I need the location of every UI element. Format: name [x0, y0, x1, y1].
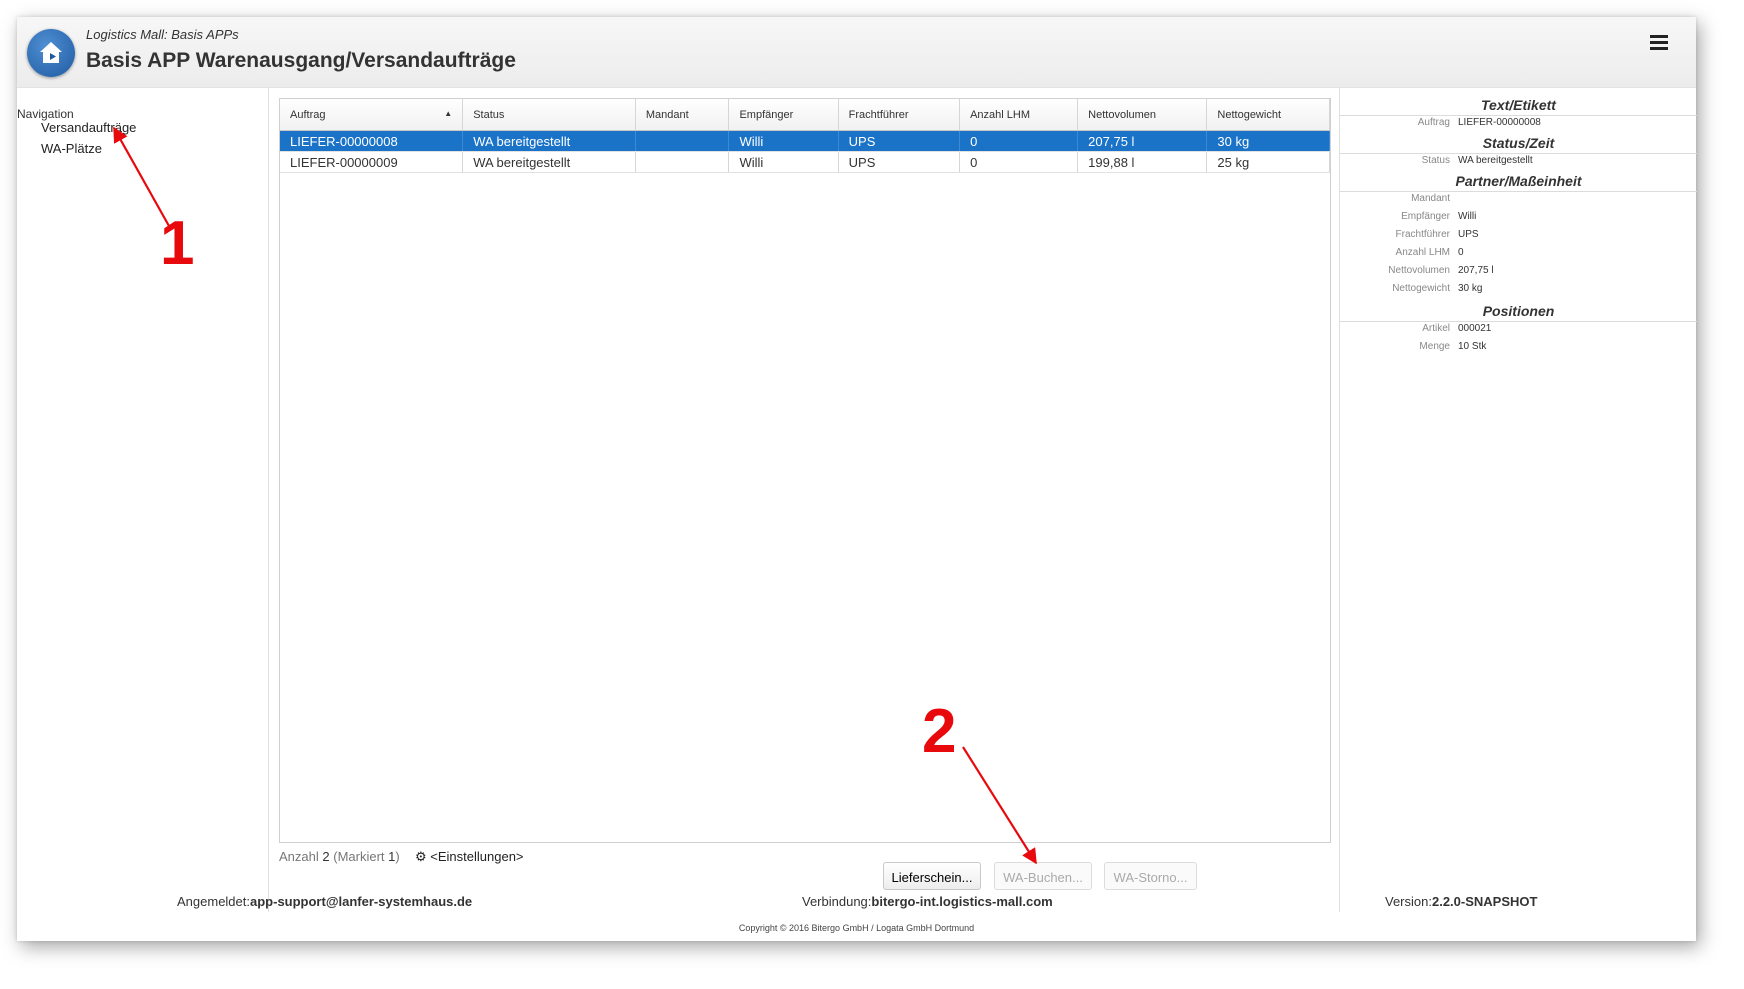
login-label: Angemeldet:	[177, 894, 250, 909]
detail-label-nettogewicht: Nettogewicht	[1392, 283, 1450, 294]
cell-anzahl-lhm: 0	[959, 151, 1079, 173]
section-positionen: Positionen	[1340, 303, 1697, 322]
detail-value-anzahl-lhm: 0	[1458, 247, 1464, 258]
section-text-etikett: Text/Etikett	[1340, 97, 1697, 116]
detail-label-frachtfuehrer: Frachtführer	[1395, 229, 1450, 240]
cell-status: WA bereitgestellt	[462, 130, 636, 152]
table-row[interactable]: LIEFER-00000009 WA bereitgestellt Willi …	[280, 151, 1330, 173]
cell-nettogewicht: 30 kg	[1206, 130, 1330, 152]
copyright: Copyright © 2016 Bitergo GmbH / Logata G…	[738, 923, 975, 933]
details-panel: Text/Etikett Auftrag LIEFER-00000008 Sta…	[1339, 87, 1697, 912]
nav-item-wa-plaetze[interactable]: WA-Plätze	[41, 141, 102, 156]
cell-frachtfuehrer: UPS	[838, 151, 961, 173]
detail-value-frachtfuehrer: UPS	[1458, 229, 1479, 240]
column-header-nettovolumen[interactable]: Nettovolumen	[1077, 99, 1208, 131]
cell-nettogewicht: 25 kg	[1206, 151, 1330, 173]
settings-label: <Einstellungen>	[430, 849, 524, 864]
annotation-number-1: 1	[160, 209, 195, 278]
column-header-frachtfuehrer[interactable]: Frachtführer	[838, 99, 961, 131]
column-header-status[interactable]: Status	[462, 99, 636, 131]
wa-buchen-button[interactable]: WA-Buchen...	[994, 862, 1092, 890]
version-value: 2.2.0-SNAPSHOT	[1431, 894, 1538, 909]
section-partner-masseinheit: Partner/Maßeinheit	[1340, 173, 1697, 192]
cell-nettovolumen: 199,88 l	[1077, 151, 1208, 173]
cell-anzahl-lhm: 0	[959, 130, 1079, 152]
detail-label-menge: Menge	[1419, 341, 1450, 352]
cell-mandant	[635, 130, 730, 152]
detail-value-empfaenger: Willi	[1458, 211, 1477, 222]
detail-label-mandant: Mandant	[1411, 193, 1450, 204]
column-header-auftrag[interactable]: Auftrag ▲	[280, 99, 464, 131]
count-value: 2	[322, 849, 330, 864]
count-label: Anzahl	[279, 849, 319, 864]
cell-mandant	[635, 151, 730, 173]
marked-close: )	[395, 849, 400, 864]
annotation-number-2: 2	[922, 697, 957, 766]
lieferschein-button[interactable]: Lieferschein...	[883, 862, 981, 890]
detail-label-nettovolumen: Nettovolumen	[1388, 265, 1450, 276]
detail-label-status: Status	[1421, 155, 1450, 166]
detail-value-nettovolumen: 207,75 l	[1458, 265, 1494, 276]
detail-label-anzahl-lhm: Anzahl LHM	[1395, 247, 1450, 258]
detail-label-empfaenger: Empfänger	[1401, 211, 1450, 222]
detail-label-auftrag: Auftrag	[1417, 117, 1450, 128]
table-row[interactable]: LIEFER-00000008 WA bereitgestellt Willi …	[280, 130, 1330, 152]
nav-item-versandauftraege[interactable]: Versandaufträge	[41, 120, 136, 135]
sort-ascending-icon: ▲	[444, 109, 453, 118]
column-header-mandant[interactable]: Mandant	[635, 99, 730, 131]
detail-value-menge: 10 Stk	[1458, 341, 1487, 352]
detail-value-artikel: 000021	[1458, 323, 1492, 334]
connection-value: bitergo-int.logistics-mall.com	[871, 894, 1053, 909]
footer: Angemeldet:app-support@lanfer-systemhaus…	[17, 894, 1696, 941]
detail-value-status: WA bereitgestellt	[1458, 155, 1533, 166]
connection-info: Verbindung:bitergo-int.logistics-mall.co…	[802, 894, 1053, 909]
detail-value-auftrag: LIEFER-00000008	[1458, 117, 1541, 128]
cell-status: WA bereitgestellt	[462, 151, 636, 173]
cell-auftrag: LIEFER-00000009	[280, 151, 464, 173]
login-info: Angemeldet:app-support@lanfer-systemhaus…	[177, 894, 472, 909]
cell-empfaenger: Willi	[728, 151, 839, 173]
cell-auftrag: LIEFER-00000008	[280, 130, 464, 152]
home-icon[interactable]	[27, 29, 75, 77]
cell-frachtfuehrer: UPS	[838, 130, 961, 152]
orders-table: Auftrag ▲ Status Mandant Empfänger Fracht…	[279, 98, 1331, 843]
column-header-anzahl-lhm[interactable]: Anzahl LHM	[959, 99, 1079, 131]
app-header: Logistics Mall: Basis APPs Basis APP War…	[17, 17, 1696, 88]
settings-link[interactable]: ⚙ <Einstellungen>	[415, 849, 524, 865]
detail-label-artikel: Artikel	[1422, 323, 1450, 334]
cell-empfaenger: Willi	[728, 130, 839, 152]
nav-heading: Navigation	[17, 107, 74, 121]
gear-icon: ⚙	[415, 849, 427, 864]
cell-nettovolumen: 207,75 l	[1077, 130, 1208, 152]
login-value: app-support@lanfer-systemhaus.de	[250, 894, 473, 909]
page-title: Basis APP Warenausgang/Versandaufträge	[86, 49, 516, 72]
marked-label: (Markiert	[333, 849, 385, 864]
hamburger-menu-icon[interactable]	[1650, 35, 1668, 51]
connection-label: Verbindung:	[802, 894, 872, 909]
section-status-zeit: Status/Zeit	[1340, 135, 1697, 154]
app-subtitle: Logistics Mall: Basis APPs	[86, 27, 239, 42]
navigation-panel: Navigation Versandaufträge WA-Plätze	[17, 87, 269, 912]
detail-value-nettogewicht: 30 kg	[1458, 283, 1483, 294]
column-header-nettogewicht[interactable]: Nettogewicht	[1206, 99, 1330, 131]
app-window: Logistics Mall: Basis APPs Basis APP War…	[17, 17, 1697, 941]
version-info: Version:2.2.0-SNAPSHOT	[1385, 894, 1537, 909]
version-label: Version:	[1385, 894, 1432, 909]
wa-storno-button[interactable]: WA-Storno...	[1104, 862, 1197, 890]
column-header-empfaenger[interactable]: Empfänger	[728, 99, 839, 131]
row-count-status: Anzahl 2 (Markiert 1)	[279, 849, 400, 864]
